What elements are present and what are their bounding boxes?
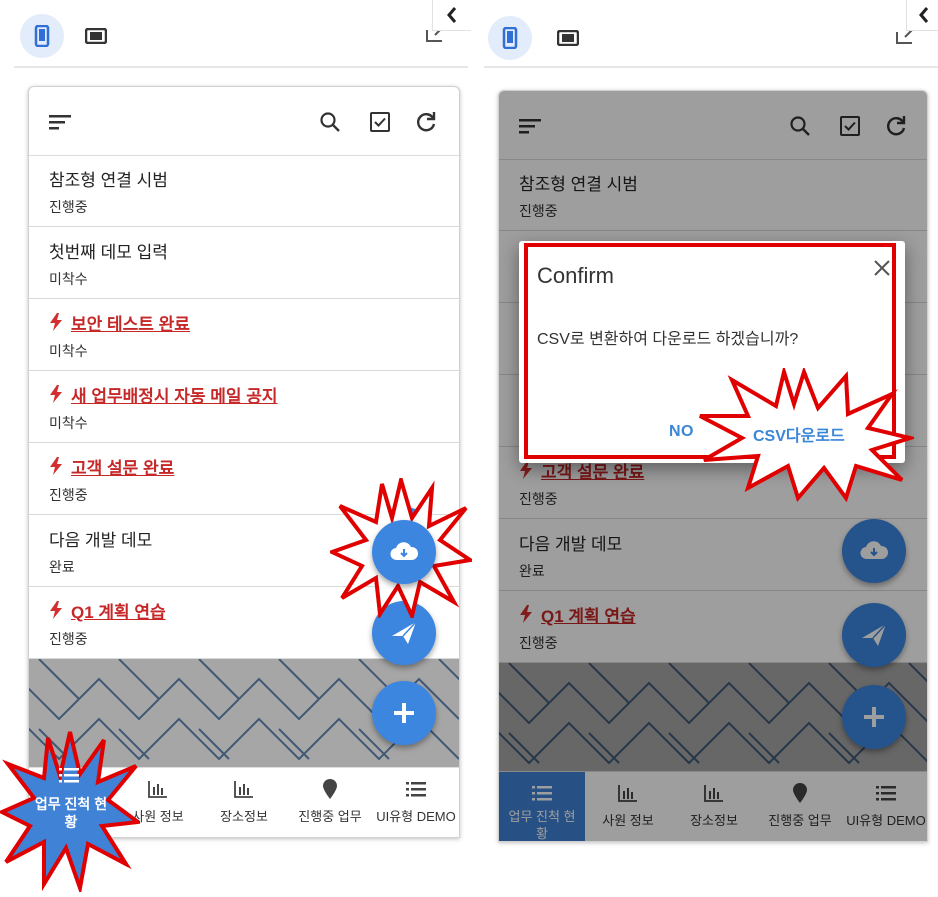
left-panel: 참조형 연결 시범 진행중 첫번째 데모 입력 미착수 보안 테스트 완료 미착…	[0, 0, 472, 897]
toolbar-divider	[484, 66, 938, 68]
list-item[interactable]: 참조형 연결 시범 진행중	[29, 155, 459, 227]
task-title: 보안 테스트 완료	[71, 314, 190, 334]
list-icon	[406, 782, 426, 797]
list-item[interactable]: 첫번째 데모 입력 미착수	[29, 227, 459, 299]
download-fab-highlighted[interactable]	[372, 520, 436, 584]
nav-item-in-progress[interactable]: 진행중 업무	[287, 768, 373, 837]
sort-menu-button[interactable]	[45, 107, 75, 137]
select-button[interactable]	[365, 107, 395, 137]
refresh-icon	[417, 112, 436, 132]
task-title-urgent: 새 업무배정시 자동 메일 공지	[49, 381, 459, 407]
device-preview: 참조형 연결 시범 진행중 첫번째 데모 입력 미착수 보안 테스트 완료 미착…	[28, 86, 460, 838]
nav-label: 진행중 업무	[298, 809, 362, 824]
task-status: 미착수	[49, 343, 88, 359]
toolbar-divider	[14, 66, 468, 68]
tablet-view-button[interactable]	[76, 22, 116, 50]
sort-menu-icon	[49, 115, 71, 130]
task-title: 첫번째 데모 입력	[49, 242, 168, 262]
search-icon	[320, 112, 340, 132]
smartphone-icon	[502, 27, 518, 49]
search-button[interactable]	[315, 107, 345, 137]
nav-item-progress-label[interactable]: 업무 진척 현 황	[28, 795, 114, 831]
right-panel: 참조형 연결 시범 진행중 첫번째 데모 입력 미착수 보안 테스트 완료 미착…	[470, 0, 938, 897]
task-title-urgent: 고객 설문 완료	[49, 453, 459, 479]
nav-active-icon-wrap	[58, 766, 82, 786]
bar-chart-icon	[148, 781, 167, 798]
list-item[interactable]: 보안 테스트 완료 미착수	[29, 299, 459, 371]
tablet-view-button[interactable]	[548, 24, 588, 52]
task-status: 미착수	[49, 271, 88, 287]
task-title: Q1 계획 연습	[71, 602, 166, 622]
task-title: 고객 설문 완료	[71, 458, 175, 478]
lightning-icon	[50, 601, 62, 619]
tablet-icon	[85, 28, 107, 44]
nav-label-line2: 황	[64, 814, 78, 830]
collapse-panel-button[interactable]	[906, 0, 938, 31]
phone-view-button[interactable]	[20, 14, 64, 58]
list-icon	[59, 768, 79, 783]
bar-chart-icon	[234, 781, 253, 798]
task-title: 참조형 연결 시범	[49, 170, 168, 190]
list-item[interactable]: 새 업무배정시 자동 메일 공지 미착수	[29, 371, 459, 443]
collapse-panel-button[interactable]	[432, 0, 471, 31]
task-title-urgent: 보안 테스트 완료	[49, 309, 459, 335]
plus-icon	[394, 703, 414, 723]
refresh-button[interactable]	[411, 107, 441, 137]
add-fab[interactable]	[372, 681, 436, 745]
lightning-icon	[50, 313, 62, 331]
nav-label: UI유형 DEMO	[376, 809, 456, 824]
phone-view-button[interactable]	[488, 16, 532, 60]
task-status: 미착수	[49, 415, 88, 431]
lightning-icon	[50, 385, 62, 403]
task-title: 새 업무배정시 자동 메일 공지	[71, 386, 278, 406]
send-icon	[392, 621, 417, 644]
checkbox-icon	[370, 112, 390, 132]
nav-label-line1: 업무 진척 현	[34, 796, 108, 812]
csv-download-button[interactable]: CSV다운로드	[753, 422, 845, 446]
smartphone-icon	[34, 25, 50, 47]
location-pin-icon	[323, 779, 337, 799]
tablet-icon	[557, 30, 579, 46]
nav-item-ui-demo[interactable]: UI유형 DEMO	[373, 768, 459, 837]
app-bar	[29, 87, 459, 156]
nav-item-places[interactable]: 장소정보	[201, 768, 287, 837]
nav-label: 장소정보	[220, 809, 268, 824]
task-status: 진행중	[49, 199, 88, 215]
chevron-left-icon	[447, 7, 457, 23]
chevron-left-icon	[919, 7, 929, 23]
lightning-icon	[50, 457, 62, 475]
cloud-download-icon	[390, 542, 419, 561]
